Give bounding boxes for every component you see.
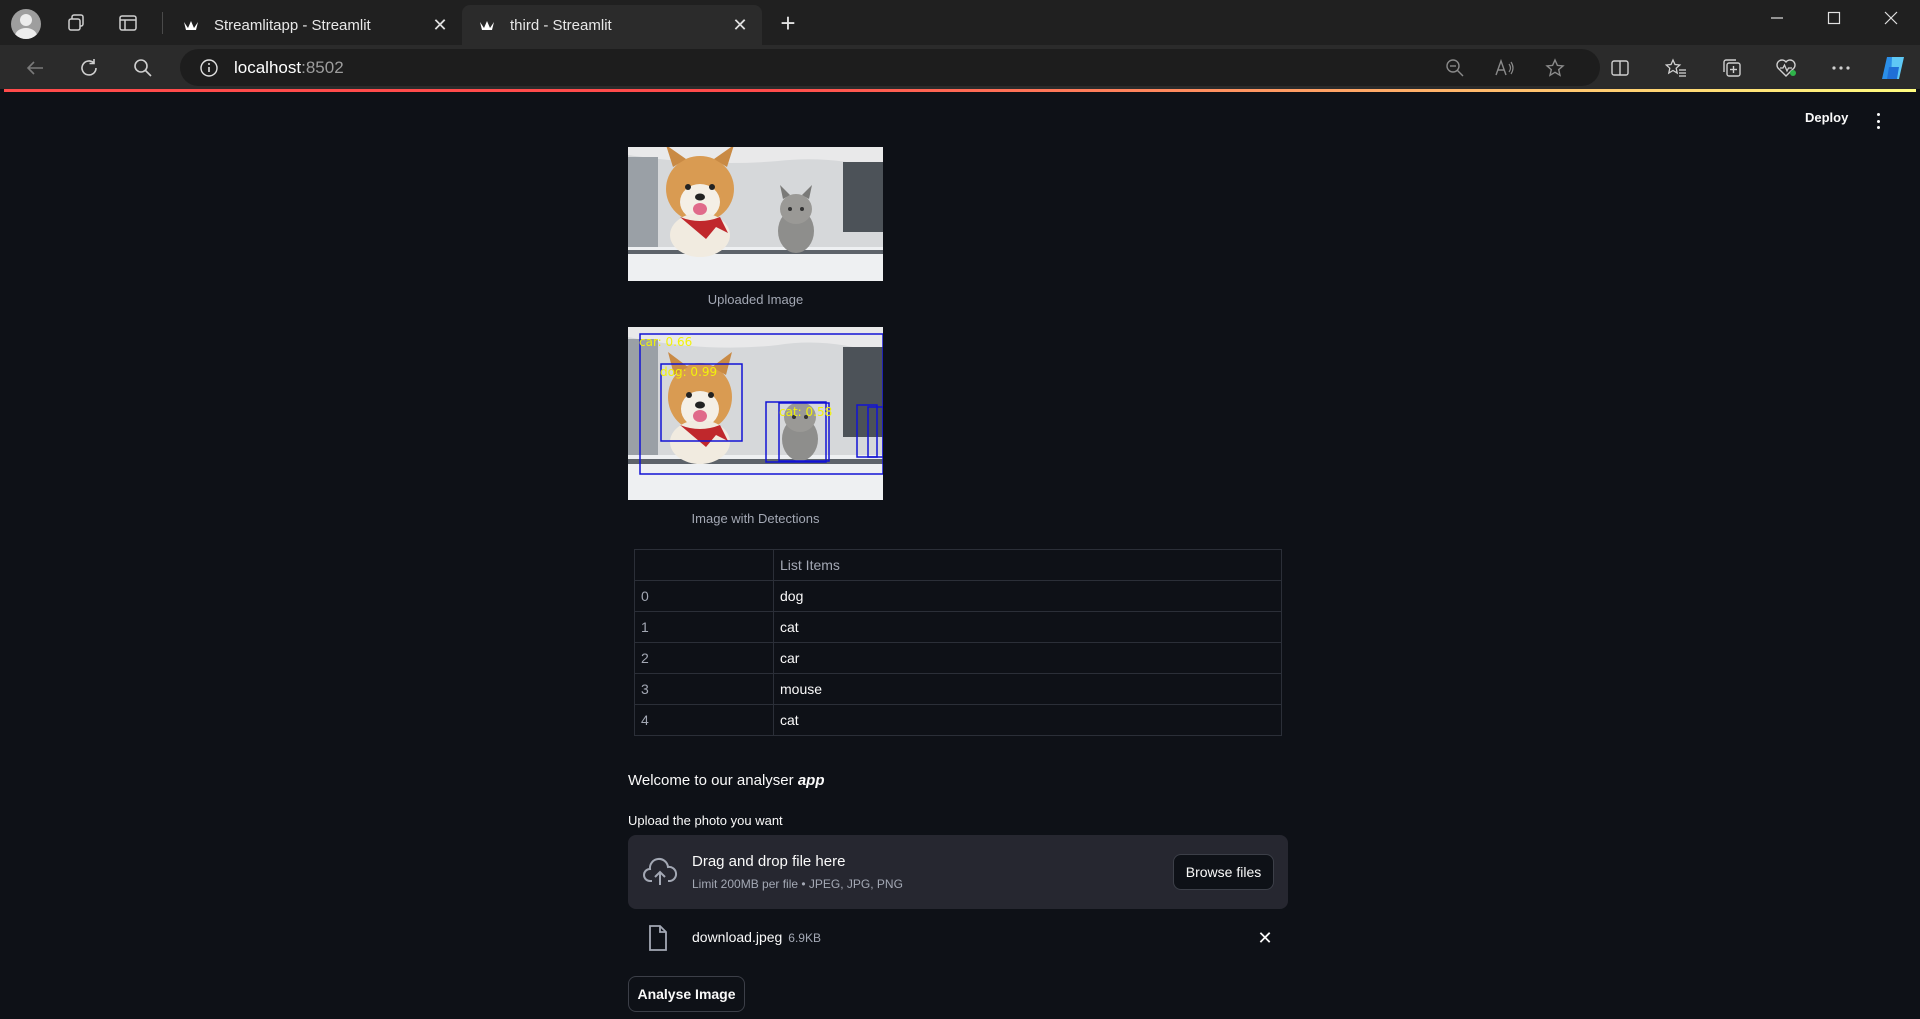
welcome-text-plain: Welcome to our analyser: [628, 772, 798, 789]
analyse-image-button[interactable]: Analyse Image: [628, 976, 745, 1012]
uploader-label: Upload the photo you want: [628, 813, 783, 828]
copilot-icon[interactable]: [1878, 53, 1908, 83]
row-index: 1: [634, 611, 774, 643]
list-items-table: List Items 0 dog 1 cat 2 car 3 mouse 4 cat: [634, 549, 1282, 736]
tab-third[interactable]: third - Streamlit ✕: [462, 5, 762, 45]
deploy-button[interactable]: Deploy: [1805, 110, 1848, 125]
tab-title: Streamlitapp - Streamlit: [214, 16, 371, 34]
cloud-upload-icon: [642, 855, 678, 891]
favorite-star-icon[interactable]: [1540, 53, 1570, 83]
table-row: 0 dog: [634, 580, 1282, 612]
browser-tab-strip: Streamlitapp - Streamlit ✕ third - Strea…: [0, 0, 1920, 45]
favorites-list-icon[interactable]: [1661, 53, 1691, 83]
detection-label-car: car: 0.66: [639, 335, 692, 349]
tab-streamlitapp[interactable]: Streamlitapp - Streamlit ✕: [166, 5, 462, 45]
search-icon[interactable]: [128, 53, 158, 83]
row-index: 3: [634, 673, 774, 705]
row-value: dog: [773, 580, 1282, 612]
url-port: :8502: [301, 57, 344, 77]
table-row: 4 cat: [634, 704, 1282, 736]
file-icon: [648, 925, 668, 951]
file-dropzone[interactable]: Drag and drop file here Limit 200MB per …: [628, 835, 1288, 909]
more-options-icon[interactable]: [1826, 53, 1856, 83]
tab-title: third - Streamlit: [510, 16, 612, 34]
read-aloud-icon[interactable]: [1490, 53, 1520, 83]
welcome-text: Welcome to our analyser app: [628, 772, 824, 789]
file-name: download.jpeg 6.9KB: [692, 929, 821, 945]
row-index: 4: [634, 704, 774, 736]
row-value: cat: [773, 704, 1282, 736]
detection-label-cat: cat: 0.58: [779, 405, 832, 419]
browser-toolbar: localhost:8502: [0, 45, 1920, 89]
table-row: 2 car: [634, 642, 1282, 674]
url-host: localhost: [234, 57, 302, 77]
zoom-out-icon[interactable]: [1440, 53, 1470, 83]
workspaces-icon[interactable]: [63, 10, 89, 36]
table-row: 1 cat: [634, 611, 1282, 643]
url-text: localhost:8502: [234, 58, 344, 78]
row-index: 2: [634, 642, 774, 674]
uploaded-image: [628, 147, 883, 281]
back-arrow-icon[interactable]: [20, 53, 50, 83]
site-info-icon[interactable]: [198, 57, 220, 79]
tab-separator: [162, 12, 163, 34]
split-screen-icon[interactable]: [1605, 53, 1635, 83]
browse-files-button[interactable]: Browse files: [1173, 854, 1274, 890]
index-header: [634, 549, 774, 581]
file-name-text: download.jpeg: [692, 929, 783, 945]
minimize-icon[interactable]: [1749, 0, 1805, 36]
dropzone-subtitle: Limit 200MB per file • JPEG, JPG, PNG: [692, 877, 903, 891]
browser-essentials-icon[interactable]: [1771, 53, 1801, 83]
main-menu-icon[interactable]: [1870, 113, 1886, 129]
close-tab-icon[interactable]: ✕: [426, 11, 454, 39]
uploaded-image-caption: Uploaded Image: [707, 292, 804, 307]
profile-avatar[interactable]: [11, 9, 41, 39]
close-window-icon[interactable]: [1863, 0, 1919, 36]
detections-image-caption: Image with Detections: [691, 511, 820, 526]
row-value: mouse: [773, 673, 1282, 705]
streamlit-favicon-icon: [182, 16, 200, 34]
table-header-row: List Items: [634, 549, 1282, 581]
row-index: 0: [634, 580, 774, 612]
refresh-icon[interactable]: [74, 53, 104, 83]
remove-file-icon[interactable]: ✕: [1254, 927, 1276, 949]
welcome-text-emphasis: app: [797, 772, 825, 789]
maximize-icon[interactable]: [1806, 0, 1862, 36]
row-value: car: [773, 642, 1282, 674]
table-row: 3 mouse: [634, 673, 1282, 705]
dropzone-title: Drag and drop file here: [692, 853, 846, 870]
streamlit-favicon-icon: [478, 16, 496, 34]
detection-label-dog: dog: 0.99: [660, 365, 717, 379]
collections-icon[interactable]: [1717, 53, 1747, 83]
new-tab-button[interactable]: +: [774, 8, 802, 38]
list-items-header: List Items: [773, 549, 1282, 581]
file-size: 6.9KB: [788, 931, 821, 945]
row-value: cat: [773, 611, 1282, 643]
uploaded-file-row: download.jpeg 6.9KB ✕: [628, 921, 1288, 955]
address-bar[interactable]: localhost:8502: [180, 49, 1600, 86]
close-tab-icon[interactable]: ✕: [726, 11, 754, 39]
detections-image: car: 0.66 dog: 0.99 cat: 0.58: [628, 327, 883, 500]
vertical-tabs-icon[interactable]: [115, 10, 141, 36]
